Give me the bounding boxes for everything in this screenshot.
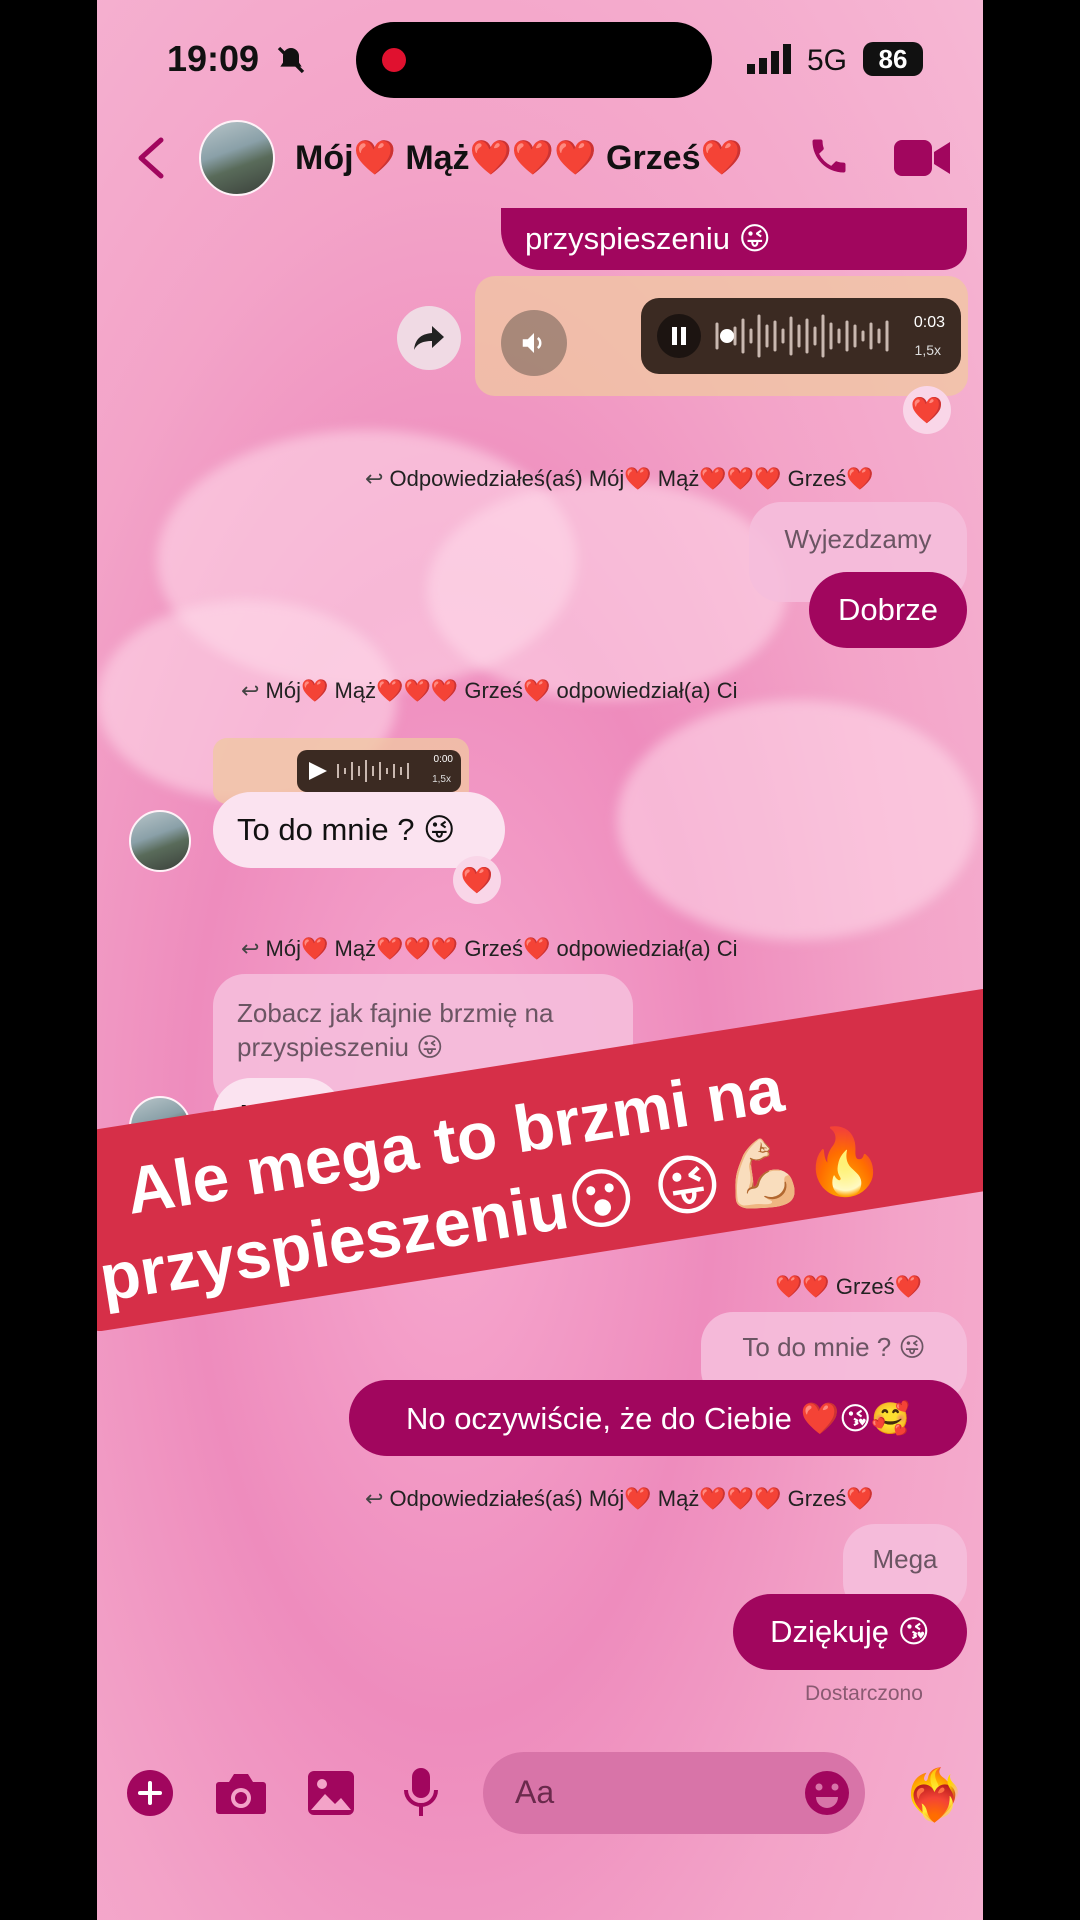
voice-duration-small: 0:00 [433,754,453,765]
reply-meta-text: Odpowiedziałeś(aś) Mój❤️ Mąż❤️❤️❤️ Grześ… [389,1486,874,1511]
reply-meta: ❤️❤️ Grześ❤️ [775,1274,922,1299]
phone-icon[interactable] [807,134,851,183]
reply-arrow-icon: ↩ [365,1486,390,1511]
signal-icon [747,44,793,79]
contact-avatar[interactable] [199,120,275,196]
play-icon[interactable] [305,760,329,782]
background-cloud [617,700,977,940]
forward-icon[interactable] [397,306,461,370]
message-bubble-in[interactable]: To do mnie ? 😜 [213,792,505,868]
voice-duration: 0:03 [913,314,945,331]
camera-icon[interactable] [215,1770,267,1821]
message-input[interactable]: Aa [483,1752,865,1834]
reply-arrow-icon: ↩ [241,678,266,703]
message-input-placeholder: Aa [515,1774,555,1810]
heart-reaction[interactable]: ❤️ [903,386,951,434]
voice-speed[interactable]: 1,5x [915,342,941,358]
dynamic-island [356,22,712,98]
speaker-icon[interactable] [501,310,567,376]
pause-icon[interactable] [657,314,701,358]
recording-dot-icon [382,48,406,72]
reply-meta-text: Mój❤️ Mąż❤️❤️❤️ Grześ❤️ odpowiedział(a) … [265,678,738,703]
waveform[interactable] [713,312,897,360]
reply-arrow-icon: ↩ [365,466,390,491]
reply-meta: ↩ Odpowiedziałeś(aś) Mój❤️ Mąż❤️❤️❤️ Grz… [365,466,874,492]
reply-meta: ↩ Mój❤️ Mąż❤️❤️❤️ Grześ❤️ odpowiedział(a… [241,678,738,704]
microphone-icon[interactable] [403,1766,439,1823]
message-bubble-out[interactable]: Dziękuję 😘 [733,1594,967,1670]
reply-meta-text: Mój❤️ Mąż❤️❤️❤️ Grześ❤️ odpowiedział(a) … [265,936,738,961]
voice-player-small[interactable]: 0:00 1,5x [297,750,461,792]
network-label: 5G [807,44,848,77]
background-cloud [427,480,787,700]
status-time: 19:09 [167,38,260,79]
heart-fire-like-icon[interactable]: ❤️‍🔥 [903,1766,965,1825]
chat-screen: 19:09 5G 86 Mój❤️ Mąż❤️❤️❤️ Grześ❤️ przy… [97,0,983,1920]
reply-meta: ↩ Mój❤️ Mąż❤️❤️❤️ Grześ❤️ odpowiedział(a… [241,936,738,962]
video-call-icon[interactable] [894,138,950,183]
contact-name[interactable]: Mój❤️ Mąż❤️❤️❤️ Grześ❤️ [295,138,743,178]
plus-icon[interactable] [127,1770,173,1816]
voice-message-card[interactable]: 0:03 1,5x [475,276,968,396]
battery-indicator: 86 [863,42,923,76]
message-bubble-out[interactable]: Dobrze [809,572,967,648]
voice-player[interactable]: 0:03 1,5x [641,298,961,374]
delivered-status: Dostarczono [805,1682,923,1705]
mute-bell-icon [275,44,307,81]
reply-arrow-icon: ↩ [241,936,266,961]
message-bubble-out[interactable]: No oczywiście, że do Ciebie ❤️😘🥰 [349,1380,967,1456]
gallery-icon[interactable] [307,1770,355,1821]
back-icon[interactable] [135,136,165,185]
reply-meta-text: Odpowiedziałeś(aś) Mój❤️ Mąż❤️❤️❤️ Grześ… [389,466,874,491]
heart-reaction[interactable]: ❤️ [453,856,501,904]
emoji-icon[interactable] [803,1769,851,1822]
message-bubble-out[interactable]: przyspieszeniu 😜 [501,208,967,270]
reply-meta: ↩ Odpowiedziałeś(aś) Mój❤️ Mąż❤️❤️❤️ Grz… [365,1486,874,1512]
sender-avatar[interactable] [129,810,191,872]
voice-speed-small: 1,5x [432,774,451,785]
waveform-small [337,760,409,782]
